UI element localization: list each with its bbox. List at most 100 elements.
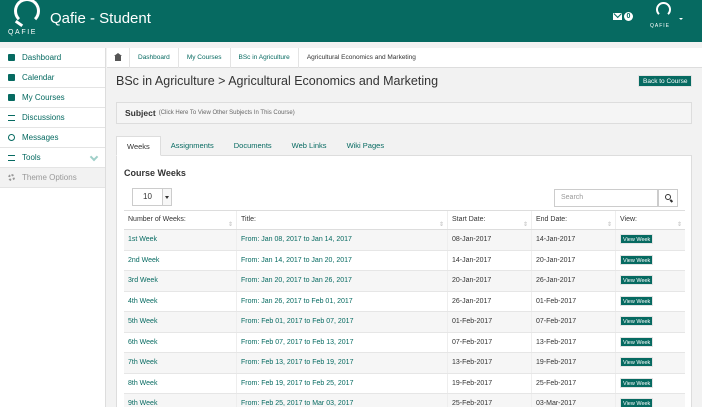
- back-to-course-button[interactable]: Back to Course: [638, 75, 693, 87]
- panel-title: Course Weeks: [124, 168, 186, 178]
- view-week-button[interactable]: View Week: [620, 316, 654, 327]
- end-date: 20-Jan-2017: [532, 250, 616, 270]
- tab-web-links[interactable]: Web Links: [282, 136, 337, 156]
- header-number-of-weeks[interactable]: Number of Weeks: ⇕: [124, 211, 237, 229]
- view-week-button[interactable]: View Week: [620, 336, 654, 347]
- week-name-link[interactable]: 9th Week: [124, 394, 237, 407]
- page-title: BSc in Agriculture > Agricultural Econom…: [116, 74, 439, 88]
- user-menu-caret-icon[interactable]: [679, 18, 683, 20]
- tab-assignments[interactable]: Assignments: [161, 136, 224, 156]
- end-date: 19-Feb-2017: [532, 353, 616, 373]
- user-avatar[interactable]: QAFIE: [650, 2, 676, 30]
- dropdown-arrow-icon: [162, 189, 171, 205]
- end-date: 14-Jan-2017: [532, 230, 616, 250]
- view-week-button[interactable]: View Week: [620, 357, 654, 368]
- week-name-link[interactable]: 1st Week: [124, 230, 237, 250]
- week-title-link[interactable]: From: Jan 26, 2017 to Feb 01, 2017: [237, 291, 448, 311]
- user-logo-icon: [656, 2, 671, 17]
- sidebar-item-label: Theme Options: [22, 173, 77, 182]
- start-date: 01-Feb-2017: [448, 312, 532, 332]
- sidebar-item-tools[interactable]: Tools: [0, 148, 105, 168]
- header-view[interactable]: View: ⇕: [616, 211, 685, 229]
- view-week-button[interactable]: View Week: [620, 234, 654, 245]
- sort-icon: ⇕: [676, 222, 682, 228]
- header-label: Number of Weeks:: [128, 216, 186, 223]
- courses-icon: [8, 94, 15, 101]
- header-title[interactable]: Title: ⇕: [237, 211, 448, 229]
- page-length-select[interactable]: 10: [132, 188, 172, 206]
- header-start-date[interactable]: Start Date: ⇕: [448, 211, 532, 229]
- week-name-link[interactable]: 4th Week: [124, 291, 237, 311]
- start-date: 20-Jan-2017: [448, 271, 532, 291]
- breadcrumb-dashboard[interactable]: Dashboard: [130, 47, 179, 68]
- week-name-link[interactable]: 5th Week: [124, 312, 237, 332]
- tab-wiki-pages[interactable]: Wiki Pages: [337, 136, 395, 156]
- start-date: 19-Feb-2017: [448, 373, 532, 393]
- sidebar-item-label: Messages: [22, 133, 59, 142]
- week-title-link[interactable]: From: Feb 25, 2017 to Mar 03, 2017: [237, 394, 448, 407]
- week-title-link[interactable]: From: Jan 08, 2017 to Jan 14, 2017: [237, 230, 448, 250]
- weeks-table: Number of Weeks: ⇕ Title: ⇕ Start Date: ⇕ E…: [124, 210, 685, 407]
- week-name-link[interactable]: 3rd Week: [124, 271, 237, 291]
- header-end-date[interactable]: End Date: ⇕: [532, 211, 616, 229]
- start-date: 25-Feb-2017: [448, 394, 532, 407]
- week-title-link[interactable]: From: Jan 14, 2017 to Jan 20, 2017: [237, 250, 448, 270]
- end-date: 01-Feb-2017: [532, 291, 616, 311]
- breadcrumb-course[interactable]: BSc in Agriculture: [231, 47, 299, 68]
- tab-weeks[interactable]: Weeks: [116, 136, 161, 156]
- week-title-link[interactable]: From: Feb 01, 2017 to Feb 07, 2017: [237, 312, 448, 332]
- sidebar-item-theme-options[interactable]: Theme Options: [0, 168, 105, 188]
- breadcrumb-subject: Agricultural Economics and Marketing: [306, 53, 416, 61]
- table-row: 2nd Week From: Jan 14, 2017 to Jan 20, 2…: [124, 250, 685, 271]
- view-week-button[interactable]: View Week: [620, 295, 654, 306]
- end-date: 25-Feb-2017: [532, 373, 616, 393]
- week-name-link[interactable]: 2nd Week: [124, 250, 237, 270]
- sidebar-item-label: Dashboard: [22, 53, 62, 62]
- sidebar-item-discussions[interactable]: Discussions: [0, 108, 105, 128]
- week-title-link[interactable]: From: Jan 20, 2017 to Jan 26, 2017: [237, 271, 448, 291]
- week-name-link[interactable]: 6th Week: [124, 332, 237, 352]
- week-name-link[interactable]: 8th Week: [124, 373, 237, 393]
- view-week-button[interactable]: View Week: [620, 275, 654, 286]
- course-weeks-panel: Course Weeks 10 Search Number of Weeks: ⇕…: [116, 156, 692, 407]
- view-week-button[interactable]: View Week: [620, 254, 654, 265]
- sidebar-item-label: My Courses: [22, 93, 65, 102]
- sidebar-item-my-courses[interactable]: My Courses: [0, 88, 105, 108]
- view-cell: View Week: [616, 394, 685, 407]
- logo-text: QAFIE: [8, 29, 38, 36]
- chevron-down-icon[interactable]: [89, 152, 99, 162]
- page-length-value: 10: [143, 192, 152, 201]
- search-input[interactable]: Search: [554, 189, 658, 207]
- view-cell: View Week: [616, 251, 685, 271]
- breadcrumb-my-courses[interactable]: My Courses: [179, 47, 231, 68]
- sidebar-item-dashboard[interactable]: Dashboard: [0, 48, 105, 68]
- qafie-logo[interactable]: QAFIE: [8, 0, 48, 42]
- tools-icon: [8, 154, 15, 161]
- top-bar: QAFIE Qafie - Student 0 QAFIE: [0, 0, 702, 42]
- mail-count-badge[interactable]: 0: [624, 12, 633, 21]
- table-body: 1st Week From: Jan 08, 2017 to Jan 14, 2…: [124, 230, 685, 407]
- sort-icon: ⇕: [438, 222, 444, 228]
- view-week-button[interactable]: View Week: [620, 398, 654, 407]
- discussions-icon: [8, 114, 15, 121]
- week-title-link[interactable]: From: Feb 19, 2017 to Feb 25, 2017: [237, 373, 448, 393]
- breadcrumb-home[interactable]: [107, 47, 130, 68]
- week-name-link[interactable]: 7th Week: [124, 353, 237, 373]
- view-cell: View Week: [616, 374, 685, 394]
- table-row: 7th Week From: Feb 13, 2017 to Feb 19, 2…: [124, 353, 685, 374]
- sidebar-item-calendar[interactable]: Calendar: [0, 68, 105, 88]
- mail-icon[interactable]: [613, 13, 622, 20]
- tab-documents[interactable]: Documents: [224, 136, 282, 156]
- subject-label: Subject: [125, 108, 156, 118]
- subject-bar[interactable]: Subject (Click Here To View Other Subjec…: [116, 102, 692, 124]
- week-title-link[interactable]: From: Feb 07, 2017 to Feb 13, 2017: [237, 332, 448, 352]
- view-week-button[interactable]: View Week: [620, 377, 654, 388]
- sort-icon: ⇕: [522, 222, 528, 228]
- end-date: 26-Jan-2017: [532, 271, 616, 291]
- end-date: 03-Mar-2017: [532, 394, 616, 407]
- search-button[interactable]: [658, 189, 678, 207]
- week-title-link[interactable]: From: Feb 13, 2017 to Feb 19, 2017: [237, 353, 448, 373]
- end-date: 07-Feb-2017: [532, 312, 616, 332]
- sidebar-item-messages[interactable]: Messages: [0, 128, 105, 148]
- sidebar-item-label: Calendar: [22, 73, 55, 82]
